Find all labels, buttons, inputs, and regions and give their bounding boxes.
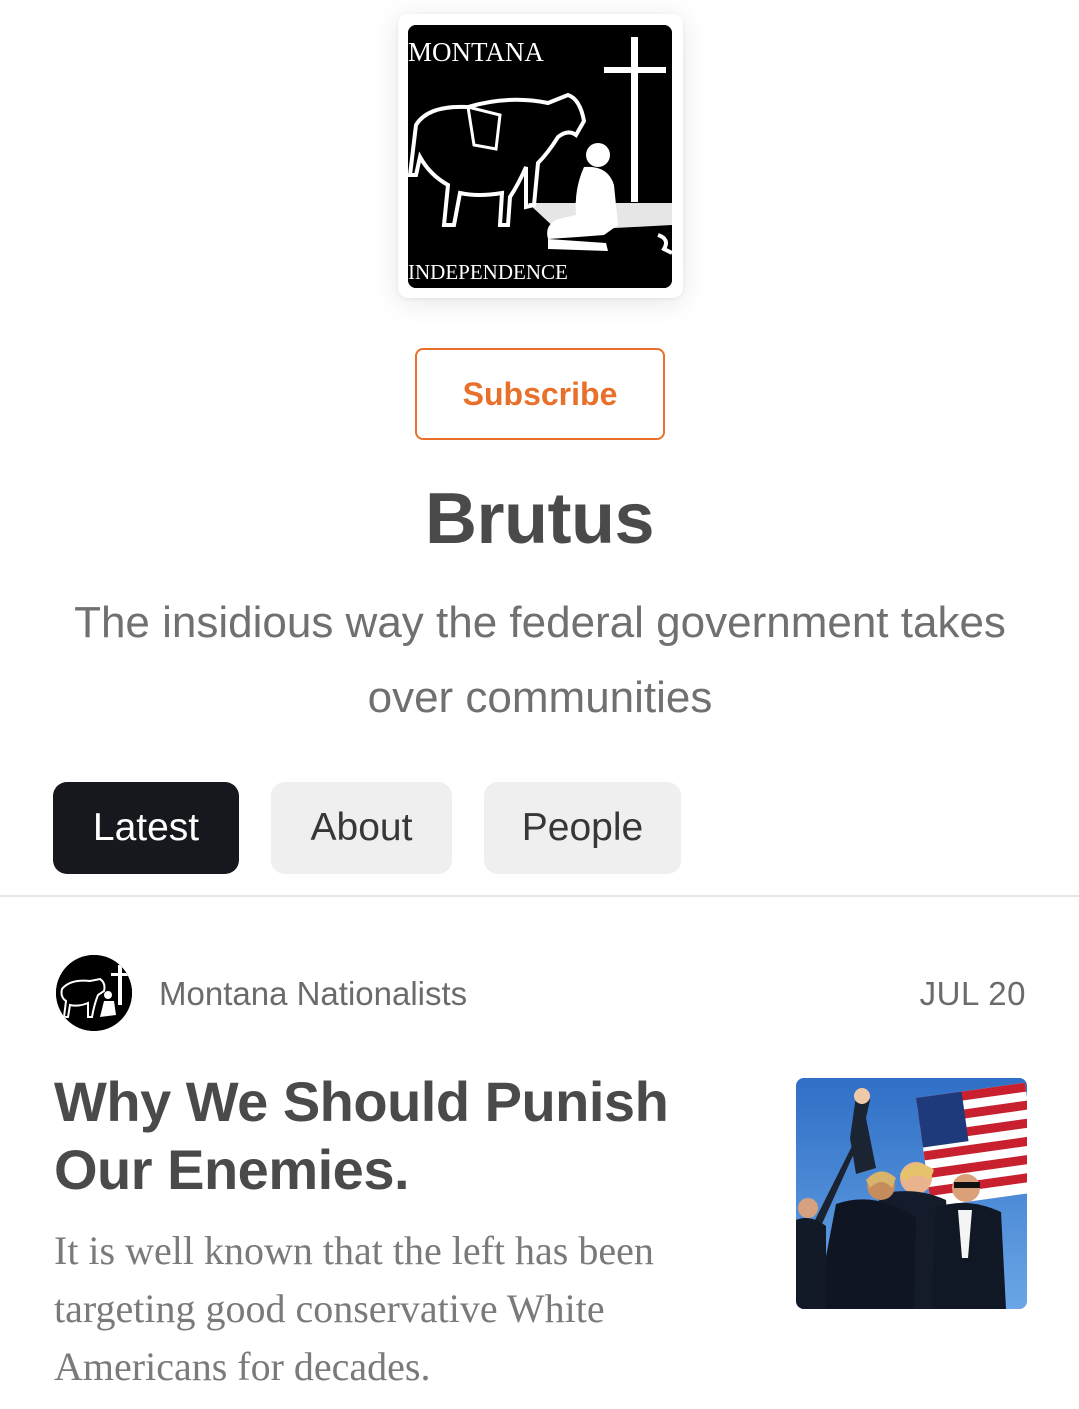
publication-subtitle: The insidious way the federal government…	[74, 598, 1006, 722]
tab-people[interactable]: People	[484, 782, 681, 874]
post-excerpt[interactable]: It is well known that the left has been …	[54, 1222, 774, 1396]
publication-title: Brutus	[425, 479, 655, 559]
post-thumbnail[interactable]	[796, 1078, 1027, 1309]
tab-about[interactable]: About	[271, 782, 452, 874]
tab-bar: Latest About People	[53, 782, 681, 874]
logo-bottom-text: INDEPENDENCE	[408, 260, 568, 284]
logo-image: MONTANA INDEPENDENCE	[408, 25, 672, 288]
author-avatar[interactable]	[56, 955, 132, 1031]
publication-logo[interactable]: MONTANA INDEPENDENCE	[398, 14, 683, 298]
post-date: JUL 20	[919, 975, 1026, 1012]
post-author[interactable]: Montana Nationalists	[159, 975, 467, 1013]
divider	[0, 895, 1079, 897]
subscribe-button[interactable]: Subscribe	[415, 348, 665, 440]
tab-latest[interactable]: Latest	[53, 782, 239, 874]
logo-top-text: MONTANA	[408, 37, 544, 67]
post-title[interactable]: Why We Should Punish Our Enemies.	[54, 1068, 754, 1204]
author-avatar-icon	[56, 955, 132, 1031]
photo-thumbnail-icon	[796, 1078, 1027, 1309]
